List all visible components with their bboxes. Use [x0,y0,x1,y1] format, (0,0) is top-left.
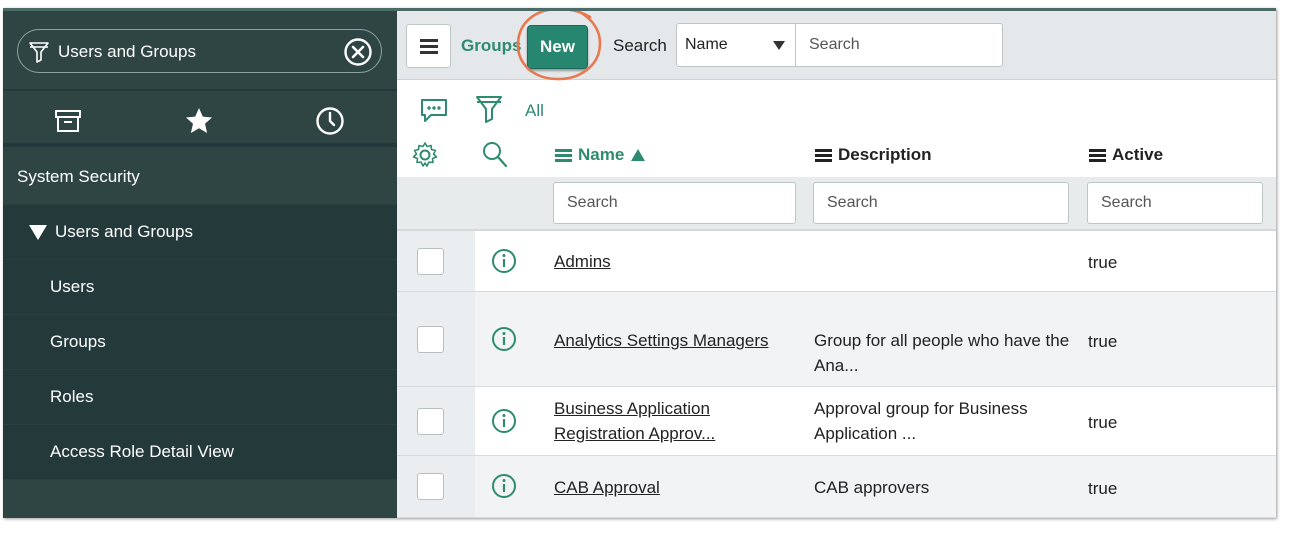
navigator-filter-text[interactable]: Users and Groups [58,42,196,62]
sidebar-footer [3,483,397,518]
row-active: true [1088,253,1118,272]
context-menu-button[interactable] [406,24,451,68]
row-active: true [1088,332,1118,351]
filter-bar: All [397,80,1276,135]
sort-ascending-icon [631,149,646,161]
nav-item-roles[interactable]: Roles [3,370,397,425]
nav-section-label: System Security [17,167,140,186]
navigator-sidebar: Users and Groups System Security Users a… [3,11,397,518]
row-checkbox[interactable] [417,248,444,275]
row-active: true [1088,479,1118,498]
column-header-row: Name Description Active [397,135,1276,177]
column-header-label: Name [578,145,625,164]
navigator-filter[interactable]: Users and Groups [17,29,382,73]
nav-item-users[interactable]: Users [3,260,397,315]
nav-item-groups[interactable]: Groups [3,315,397,370]
column-menu-icon[interactable] [555,148,572,162]
description-search-input[interactable] [813,182,1069,224]
expand-triangle-icon[interactable] [29,224,47,240]
row-description: Approval group for Business Application … [814,399,1028,443]
nav-item-label: Roles [50,387,94,406]
info-icon[interactable] [491,408,517,434]
clock-icon[interactable] [314,105,346,137]
table-row[interactable]: CAB Approval CAB approvers true [397,456,1276,518]
table-row[interactable]: Admins true [397,231,1276,292]
new-button[interactable]: New [527,25,588,69]
active-search-input[interactable] [1087,182,1263,224]
nav-item-label: Groups [50,332,106,351]
activity-stream-icon[interactable] [419,97,449,125]
archive-icon[interactable] [52,105,84,137]
row-name-link[interactable]: Admins [554,249,784,274]
column-header-description[interactable]: Description [815,145,932,165]
table-row[interactable]: Business Application Registration Approv… [397,387,1276,456]
nav-item-label: Access Role Detail View [50,442,234,461]
search-label: Search [613,36,667,55]
column-menu-icon[interactable] [815,148,832,162]
dropdown-arrow-icon [773,41,785,50]
navigator-tabs [3,89,397,147]
column-search-row [397,177,1276,231]
clear-filter-icon[interactable] [343,37,373,67]
column-menu-icon[interactable] [1089,148,1106,162]
nav-section-system-security[interactable]: System Security [3,150,397,205]
nav-item-access-role-detail-view[interactable]: Access Role Detail View [3,425,397,480]
info-icon[interactable] [491,248,517,274]
nav-group-users-and-groups[interactable]: Users and Groups [3,205,397,260]
list-toolbar: Groups New Search Name [397,11,1276,81]
info-icon[interactable] [491,473,517,499]
gear-icon[interactable] [411,141,439,169]
table-row[interactable]: Analytics Settings Managers Group for al… [397,292,1276,387]
row-name-link[interactable]: Analytics Settings Managers [554,328,804,353]
list-title[interactable]: Groups [461,36,521,56]
row-name-link[interactable]: CAB Approval [554,475,784,500]
row-checkbox[interactable] [417,473,444,500]
list-search-input[interactable] [796,23,1003,67]
search-field-value: Name [685,36,728,53]
app-window: Users and Groups System Security Users a… [3,8,1276,518]
search-field-select[interactable]: Name [676,23,796,67]
row-description: CAB approvers [814,478,930,497]
star-icon[interactable] [183,105,215,137]
breadcrumb-all[interactable]: All [525,101,544,121]
row-checkbox[interactable] [417,408,444,435]
row-checkbox[interactable] [417,326,444,353]
filter-icon[interactable] [475,94,503,126]
list-view: Groups New Search Name All [397,11,1276,518]
column-header-label: Active [1112,145,1164,164]
row-active: true [1088,413,1118,432]
row-name-link[interactable]: Business Application Registration Approv… [554,396,754,446]
column-header-name[interactable]: Name [555,145,646,165]
nav-item-label: Users [50,277,95,296]
column-header-active[interactable]: Active [1089,145,1163,165]
column-header-label: Description [838,145,932,164]
name-search-input[interactable] [553,182,796,224]
info-icon[interactable] [491,326,517,352]
nav-group-label: Users and Groups [55,222,193,241]
filter-icon [29,42,49,63]
search-icon[interactable] [481,140,509,170]
row-description: Group for all people who have the Ana... [814,331,1070,375]
